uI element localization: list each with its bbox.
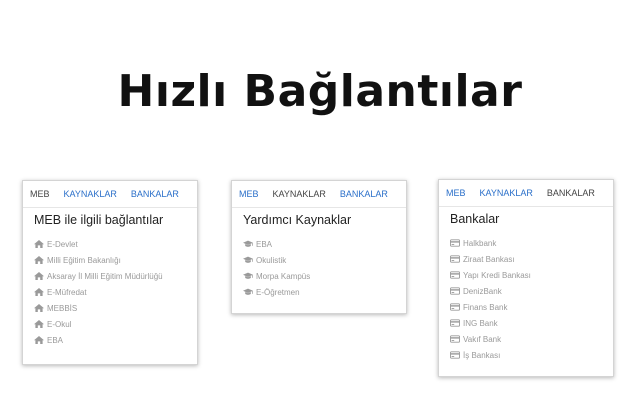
list-item[interactable]: E-Devlet [34, 236, 163, 252]
link-list: EBA Okulistik Morpa Kampüs E-Öğretmen [243, 236, 310, 300]
list-item[interactable]: Ziraat Bankası [450, 251, 531, 267]
credit-card-icon [450, 287, 460, 295]
list-item[interactable]: Halkbank [450, 235, 531, 251]
list-item-label: E-Devlet [47, 239, 78, 249]
list-item-label: Vakıf Bank [463, 334, 502, 344]
tab-bankalar[interactable]: BANKALAR [131, 189, 179, 199]
list-item[interactable]: DenizBank [450, 283, 531, 299]
home-icon [34, 320, 44, 328]
list-item-label: E-Öğretmen [256, 287, 300, 297]
kaynaklar-links-panel: MEB KAYNAKLAR BANKALAR Yardımcı Kaynakla… [231, 180, 407, 314]
list-item[interactable]: Finans Bank [450, 299, 531, 315]
list-item-label: Halkbank [463, 238, 497, 248]
graduation-cap-icon [243, 256, 253, 264]
list-item-label: Okulistik [256, 255, 287, 265]
home-icon [34, 240, 44, 248]
panel-tabs: MEB KAYNAKLAR BANKALAR [439, 180, 613, 207]
panel-title: Bankalar [450, 212, 500, 226]
tab-meb[interactable]: MEB [30, 189, 50, 199]
tab-kaynaklar[interactable]: KAYNAKLAR [64, 189, 117, 199]
tab-meb[interactable]: MEB [446, 188, 466, 198]
link-list: E-Devlet Milli Eğitim Bakanlığı Aksaray İl… [34, 236, 163, 348]
list-item-label: Aksaray İl Milli Eğitim Müdürlüğü [47, 271, 163, 281]
panel-title: Yardımcı Kaynaklar [243, 213, 352, 227]
panel-tabs: MEB KAYNAKLAR BANKALAR [23, 181, 197, 208]
list-item[interactable]: Morpa Kampüs [243, 268, 310, 284]
panel-tabs: MEB KAYNAKLAR BANKALAR [232, 181, 406, 208]
credit-card-icon [450, 271, 460, 279]
list-item[interactable]: Milli Eğitim Bakanlığı [34, 252, 163, 268]
list-item[interactable]: Vakıf Bank [450, 331, 531, 347]
credit-card-icon [450, 319, 460, 327]
credit-card-icon [450, 255, 460, 263]
tab-kaynaklar[interactable]: KAYNAKLAR [480, 188, 533, 198]
list-item[interactable]: MEBBİS [34, 300, 163, 316]
home-icon [34, 304, 44, 312]
list-item-label: Finans Bank [463, 302, 508, 312]
credit-card-icon [450, 335, 460, 343]
list-item[interactable]: E-Müfredat [34, 284, 163, 300]
tab-meb[interactable]: MEB [239, 189, 259, 199]
list-item[interactable]: E-Öğretmen [243, 284, 310, 300]
list-item-label: İş Bankası [463, 350, 501, 360]
tab-kaynaklar[interactable]: KAYNAKLAR [273, 189, 326, 199]
list-item[interactable]: ING Bank [450, 315, 531, 331]
list-item-label: E-Müfredat [47, 287, 87, 297]
list-item-label: E-Okul [47, 319, 72, 329]
home-icon [34, 336, 44, 344]
home-icon [34, 272, 44, 280]
meb-links-panel: MEB KAYNAKLAR BANKALAR MEB ile ilgili ba… [22, 180, 198, 365]
link-list: Halkbank Ziraat Bankası Yapı Kredi Bankası… [450, 235, 531, 363]
list-item[interactable]: EBA [243, 236, 310, 252]
home-icon [34, 288, 44, 296]
list-item[interactable]: E-Okul [34, 316, 163, 332]
tab-bankalar[interactable]: BANKALAR [340, 189, 388, 199]
list-item-label: Morpa Kampüs [256, 271, 311, 281]
list-item-label: Yapı Kredi Bankası [463, 270, 531, 280]
list-item-label: ING Bank [463, 318, 498, 328]
list-item-label: DenizBank [463, 286, 502, 296]
list-item-label: MEBBİS [47, 303, 78, 313]
panel-title: MEB ile ilgili bağlantılar [34, 213, 164, 227]
credit-card-icon [450, 303, 460, 311]
page-title: Hızlı Bağlantılar [117, 66, 523, 117]
list-item-label: Milli Eğitim Bakanlığı [47, 255, 121, 265]
credit-card-icon [450, 351, 460, 359]
home-icon [34, 256, 44, 264]
list-item-label: EBA [47, 335, 64, 345]
list-item-label: EBA [256, 239, 273, 249]
list-item[interactable]: Aksaray İl Milli Eğitim Müdürlüğü [34, 268, 163, 284]
graduation-cap-icon [243, 240, 253, 248]
graduation-cap-icon [243, 272, 253, 280]
list-item[interactable]: Yapı Kredi Bankası [450, 267, 531, 283]
list-item-label: Ziraat Bankası [463, 254, 515, 264]
credit-card-icon [450, 239, 460, 247]
list-item[interactable]: İş Bankası [450, 347, 531, 363]
graduation-cap-icon [243, 288, 253, 296]
list-item[interactable]: Okulistik [243, 252, 310, 268]
bankalar-links-panel: MEB KAYNAKLAR BANKALAR Bankalar Halkbank… [438, 179, 614, 377]
tab-bankalar[interactable]: BANKALAR [547, 188, 595, 198]
list-item[interactable]: EBA [34, 332, 163, 348]
